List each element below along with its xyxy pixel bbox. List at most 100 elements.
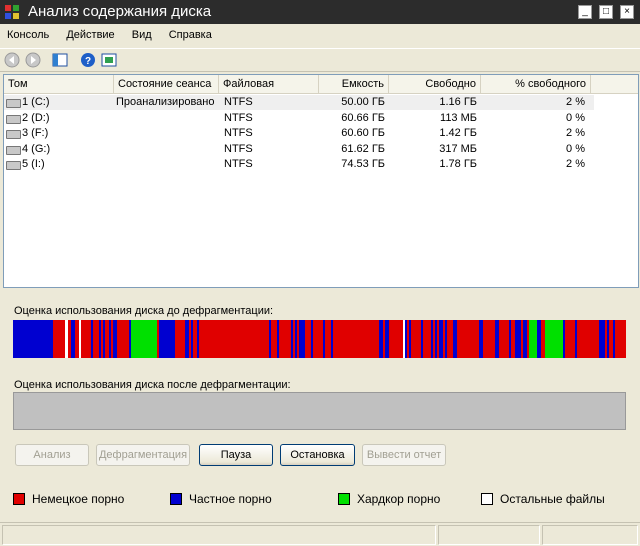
cluster-stripe (403, 320, 405, 358)
hard-drive-icon (6, 114, 21, 124)
cell-free: 1.42 ГБ (439, 127, 477, 139)
cluster-stripe (495, 320, 497, 358)
cluster-stripe (621, 320, 623, 358)
cell-pct: 2 % (566, 96, 585, 108)
cluster-stripe (507, 320, 509, 358)
cluster-stripe (297, 320, 299, 358)
cluster-stripe (125, 320, 127, 358)
volume-row[interactable]: 2 (D:) NTFS 60.66 ГБ 113 МБ 0 % (4, 111, 594, 126)
cell-capacity: 61.62 ГБ (341, 142, 385, 155)
cluster-stripe (315, 320, 317, 358)
defragment-button[interactable]: Дефрагментация (96, 444, 190, 466)
cluster-stripe (415, 320, 417, 358)
cluster-block (203, 320, 253, 358)
legend-item-private: Частное порно (170, 492, 272, 506)
column-header-capacity[interactable]: Емкость (319, 75, 389, 93)
cluster-stripe (525, 320, 527, 358)
cluster-stripe (189, 320, 191, 358)
volume-row[interactable]: 3 (F:) NTFS 60.60 ГБ 1.42 ГБ 2 % (4, 126, 594, 141)
analyze-button[interactable]: Анализ (15, 444, 89, 466)
cell-capacity: 60.60 ГБ (341, 127, 385, 139)
column-header-status[interactable]: Состояние сеанса (114, 75, 219, 93)
stop-button[interactable]: Остановка (280, 444, 355, 466)
cluster-stripe (277, 320, 279, 358)
cluster-stripe (513, 320, 515, 358)
cluster-block (459, 320, 477, 358)
cluster-stripe (307, 320, 309, 358)
cluster-stripe (103, 320, 105, 358)
volume-row[interactable]: 5 (I:) NTFS 74.53 ГБ 1.78 ГБ 2 % (4, 157, 594, 172)
forward-icon[interactable] (25, 52, 41, 68)
cluster-stripe (517, 320, 519, 358)
cluster-stripe (385, 320, 387, 358)
cluster-stripe (303, 320, 305, 358)
cluster-stripe (77, 320, 79, 358)
menu-console[interactable]: Консоль (0, 26, 56, 41)
cluster-stripe (523, 320, 525, 358)
column-header-volume[interactable]: Том (4, 75, 114, 93)
column-header-filesystem[interactable]: Файловая система (219, 75, 319, 108)
cluster-stripe (199, 320, 201, 358)
before-defrag-display (13, 320, 626, 358)
cluster-stripe (173, 320, 175, 358)
legend-label: Немецкое порно (32, 492, 125, 506)
cluster-stripe (255, 320, 257, 358)
volume-row[interactable]: 1 (C:) Проанализировано NTFS 50.00 ГБ 1.16 Г… (4, 95, 594, 110)
cluster-stripe (449, 320, 451, 358)
status-bar (0, 522, 640, 546)
cluster-stripe (509, 320, 511, 358)
defrag-app-icon (5, 5, 19, 19)
cluster-stripe (515, 320, 517, 358)
cell-name: 4 (G:) (22, 142, 51, 155)
cluster-stripe (283, 320, 285, 358)
cluster-stripe (611, 320, 613, 358)
cluster-stripe (91, 320, 93, 358)
cluster-stripe (291, 320, 293, 358)
menu-view[interactable]: Вид (125, 26, 159, 41)
cluster-stripe (183, 320, 185, 358)
toolbar: ? (0, 48, 640, 72)
cell-capacity: 60.66 ГБ (341, 111, 385, 124)
cluster-stripe (261, 320, 263, 358)
cluster-stripe (187, 320, 189, 358)
window-title: Анализ содержания диска (28, 3, 212, 20)
column-header-percent-free[interactable]: % свободного места (481, 75, 591, 108)
maximize-button[interactable]: □ (599, 5, 613, 19)
minimize-button[interactable]: _ (578, 5, 592, 19)
cluster-stripe (305, 320, 307, 358)
status-segment-main (2, 525, 436, 545)
menu-action[interactable]: Действие (59, 26, 121, 41)
cluster-stripe (105, 320, 107, 358)
cluster-stripe (483, 320, 485, 358)
cluster-stripe (439, 320, 441, 358)
cluster-stripe (445, 320, 447, 358)
cluster-stripe (521, 320, 523, 358)
legend-item-german: Немецкое порно (13, 492, 124, 506)
cell-fs: NTFS (224, 96, 253, 108)
legend-swatch-white (481, 493, 493, 505)
cluster-stripe (265, 320, 267, 358)
column-header-free[interactable]: Свободно (389, 75, 481, 93)
close-button[interactable]: × (620, 5, 634, 19)
cluster-block (339, 320, 379, 358)
cluster-stripe (293, 320, 295, 358)
pause-button[interactable]: Пауза (199, 444, 273, 466)
show-hide-tree-icon[interactable] (52, 52, 68, 68)
cluster-stripe (97, 320, 99, 358)
cluster-stripe (437, 320, 439, 358)
properties-icon[interactable] (101, 52, 117, 68)
volume-row[interactable]: 4 (G:) NTFS 61.62 ГБ 317 МБ 0 % (4, 142, 594, 157)
back-icon[interactable] (4, 52, 20, 68)
cluster-stripe (383, 320, 385, 358)
cluster-stripe (485, 320, 487, 358)
cluster-stripe (79, 320, 81, 358)
help-icon[interactable]: ? (80, 52, 96, 68)
cluster-stripe (185, 320, 187, 358)
view-report-button[interactable]: Вывести отчет (362, 444, 446, 466)
cell-name: 3 (F:) (22, 127, 49, 139)
cluster-stripe (333, 320, 335, 358)
cluster-stripe (609, 320, 611, 358)
menu-help[interactable]: Справка (162, 26, 219, 41)
cluster-stripe (317, 320, 319, 358)
cluster-stripe (195, 320, 197, 358)
